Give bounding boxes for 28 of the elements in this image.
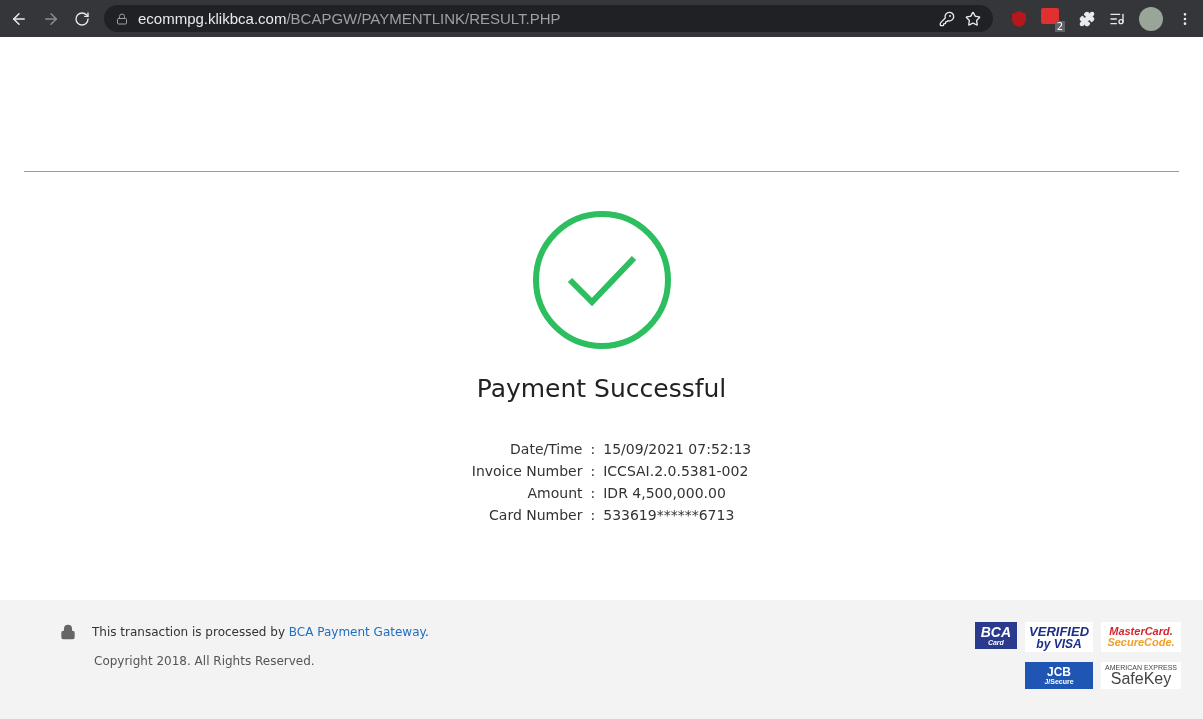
detail-value: 533619******6713 [603, 507, 736, 523]
profile-avatar[interactable] [1139, 6, 1163, 31]
bookmark-star-icon[interactable] [965, 10, 981, 27]
detail-value: IDR 4,500,000.00 [603, 485, 727, 501]
payment-logo: VERIFIED by VISA [1025, 622, 1094, 652]
reload-icon[interactable] [74, 10, 90, 27]
detail-label: Card Number [488, 507, 583, 523]
result-title: Payment Successful [476, 374, 727, 403]
copyright-text: Copyright 2018. All Rights Reserved. [94, 654, 316, 668]
detail-separator: : [590, 485, 596, 501]
extension-badge: 2 [1054, 20, 1065, 32]
key-icon[interactable] [939, 10, 955, 27]
detail-label: Invoice Number [471, 463, 583, 479]
address-bar[interactable]: ecommpg.klikbca.com/BCAPGW/PAYMENTLINK/RESULT.PHP [104, 5, 993, 32]
detail-label: Amount [526, 485, 583, 501]
detail-separator: : [590, 441, 596, 457]
payment-logo: MasterCard. SecureCode. [1101, 622, 1181, 652]
lock-icon [116, 12, 128, 25]
detail-value: 15/09/2021 07:52:13 [603, 441, 752, 457]
detail-separator: : [590, 463, 596, 479]
processing-notice: This transaction is processed by BCA Payment Gateway. [92, 625, 429, 639]
lock-icon [60, 624, 76, 640]
extensions-puzzle-icon[interactable] [1079, 10, 1095, 27]
url-text: ecommpg.klikbca.com/BCAPGW/PAYMENTLINK/RESULT.PHP [138, 10, 562, 27]
detail-separator: : [590, 507, 596, 523]
detail-value: ICCSAI.2.0.5381-002 [603, 463, 750, 479]
gateway-link[interactable]: BCA Payment Gateway [288, 625, 425, 639]
detail-label: Date/Time [509, 441, 583, 457]
